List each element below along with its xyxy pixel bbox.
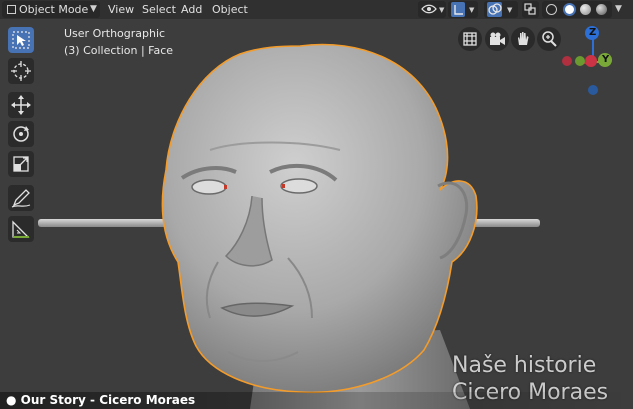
mode-select-label: Object Mode bbox=[19, 3, 89, 16]
shading-options-chevron-icon[interactable]: ▼ bbox=[615, 0, 622, 19]
mode-select[interactable]: Object Mode ▼ bbox=[2, 1, 100, 18]
annotate-tool[interactable] bbox=[8, 185, 34, 211]
select-box-tool[interactable] bbox=[8, 27, 34, 53]
x-axis-handle[interactable] bbox=[585, 55, 597, 67]
menu-add[interactable]: Add bbox=[181, 0, 202, 19]
view-label: User Orthographic bbox=[64, 27, 166, 40]
chevron-down-icon: ▼ bbox=[90, 4, 97, 14]
toggle-grid-button[interactable] bbox=[458, 27, 482, 51]
overlay-dropdown[interactable]: ▼ bbox=[484, 1, 518, 18]
neg-y-axis-handle[interactable] bbox=[575, 56, 585, 66]
zoom-view-button[interactable] bbox=[537, 27, 561, 51]
watermark-line-1: Naše historie bbox=[452, 353, 597, 378]
rotate-icon bbox=[13, 126, 29, 142]
scale-icon bbox=[13, 156, 29, 172]
head-mesh[interactable] bbox=[161, 43, 478, 394]
scale-tool[interactable] bbox=[8, 151, 34, 177]
measure-tool[interactable] bbox=[8, 216, 34, 242]
select-box-icon bbox=[12, 31, 30, 49]
ruler-icon bbox=[12, 220, 30, 238]
rendered-shading-icon[interactable] bbox=[596, 4, 607, 15]
pan-view-button[interactable] bbox=[511, 27, 535, 51]
material-shading-icon[interactable] bbox=[580, 4, 591, 15]
svg-text:▼: ▼ bbox=[507, 6, 513, 14]
shading-mode-group bbox=[542, 1, 612, 18]
right-eye[interactable] bbox=[280, 178, 318, 194]
xray-toggle[interactable] bbox=[522, 1, 539, 18]
overlays-icon: ▼ bbox=[487, 2, 513, 17]
y-axis-label: Y bbox=[602, 54, 610, 65]
rotate-tool[interactable] bbox=[8, 121, 34, 147]
object-mode-icon bbox=[7, 5, 16, 14]
menu-view[interactable]: View bbox=[108, 0, 134, 19]
cursor-icon bbox=[11, 61, 31, 81]
gizmo-dropdown[interactable]: ▼ bbox=[448, 1, 478, 18]
zoom-icon bbox=[542, 31, 557, 47]
left-eye[interactable] bbox=[191, 179, 227, 195]
svg-text:▼: ▼ bbox=[439, 6, 445, 14]
viewport-header: Object Mode ▼ View Select Add Object ▼ ▼ bbox=[0, 0, 633, 19]
camera-icon bbox=[490, 32, 505, 45]
cursor-tool[interactable] bbox=[8, 58, 34, 84]
z-axis-label: Z bbox=[589, 27, 597, 38]
right-eye-marker bbox=[282, 184, 285, 188]
viewport-canvas[interactable] bbox=[0, 0, 633, 409]
menu-select[interactable]: Select bbox=[142, 0, 176, 19]
pencil-icon bbox=[11, 189, 31, 208]
move-tool[interactable] bbox=[8, 92, 34, 118]
neg-x-axis-handle[interactable] bbox=[562, 56, 572, 66]
visibility-dropdown[interactable]: ▼ bbox=[418, 1, 446, 18]
neg-z-axis-handle[interactable] bbox=[588, 85, 598, 95]
image-caption: ● Our Story - Cicero Moraes bbox=[0, 392, 633, 409]
grid-icon bbox=[463, 32, 477, 46]
blender-window: Object Mode ▼ View Select Add Object ▼ ▼ bbox=[0, 0, 633, 409]
xray-icon bbox=[524, 3, 536, 15]
wireframe-shading-icon[interactable] bbox=[546, 4, 557, 15]
move-icon bbox=[11, 95, 31, 115]
svg-text:▼: ▼ bbox=[469, 6, 475, 14]
axis-gizmo-icon: ▼ bbox=[451, 2, 475, 17]
eye-icon: ▼ bbox=[421, 4, 445, 14]
hand-icon bbox=[518, 32, 529, 45]
menu-object[interactable]: Object bbox=[212, 0, 248, 19]
solid-shading-fill bbox=[565, 5, 574, 14]
left-eye-marker bbox=[224, 185, 227, 189]
caption-text: ● Our Story - Cicero Moraes bbox=[6, 393, 196, 407]
collection-label: (3) Collection | Face bbox=[64, 44, 174, 57]
camera-view-button[interactable] bbox=[485, 27, 509, 51]
